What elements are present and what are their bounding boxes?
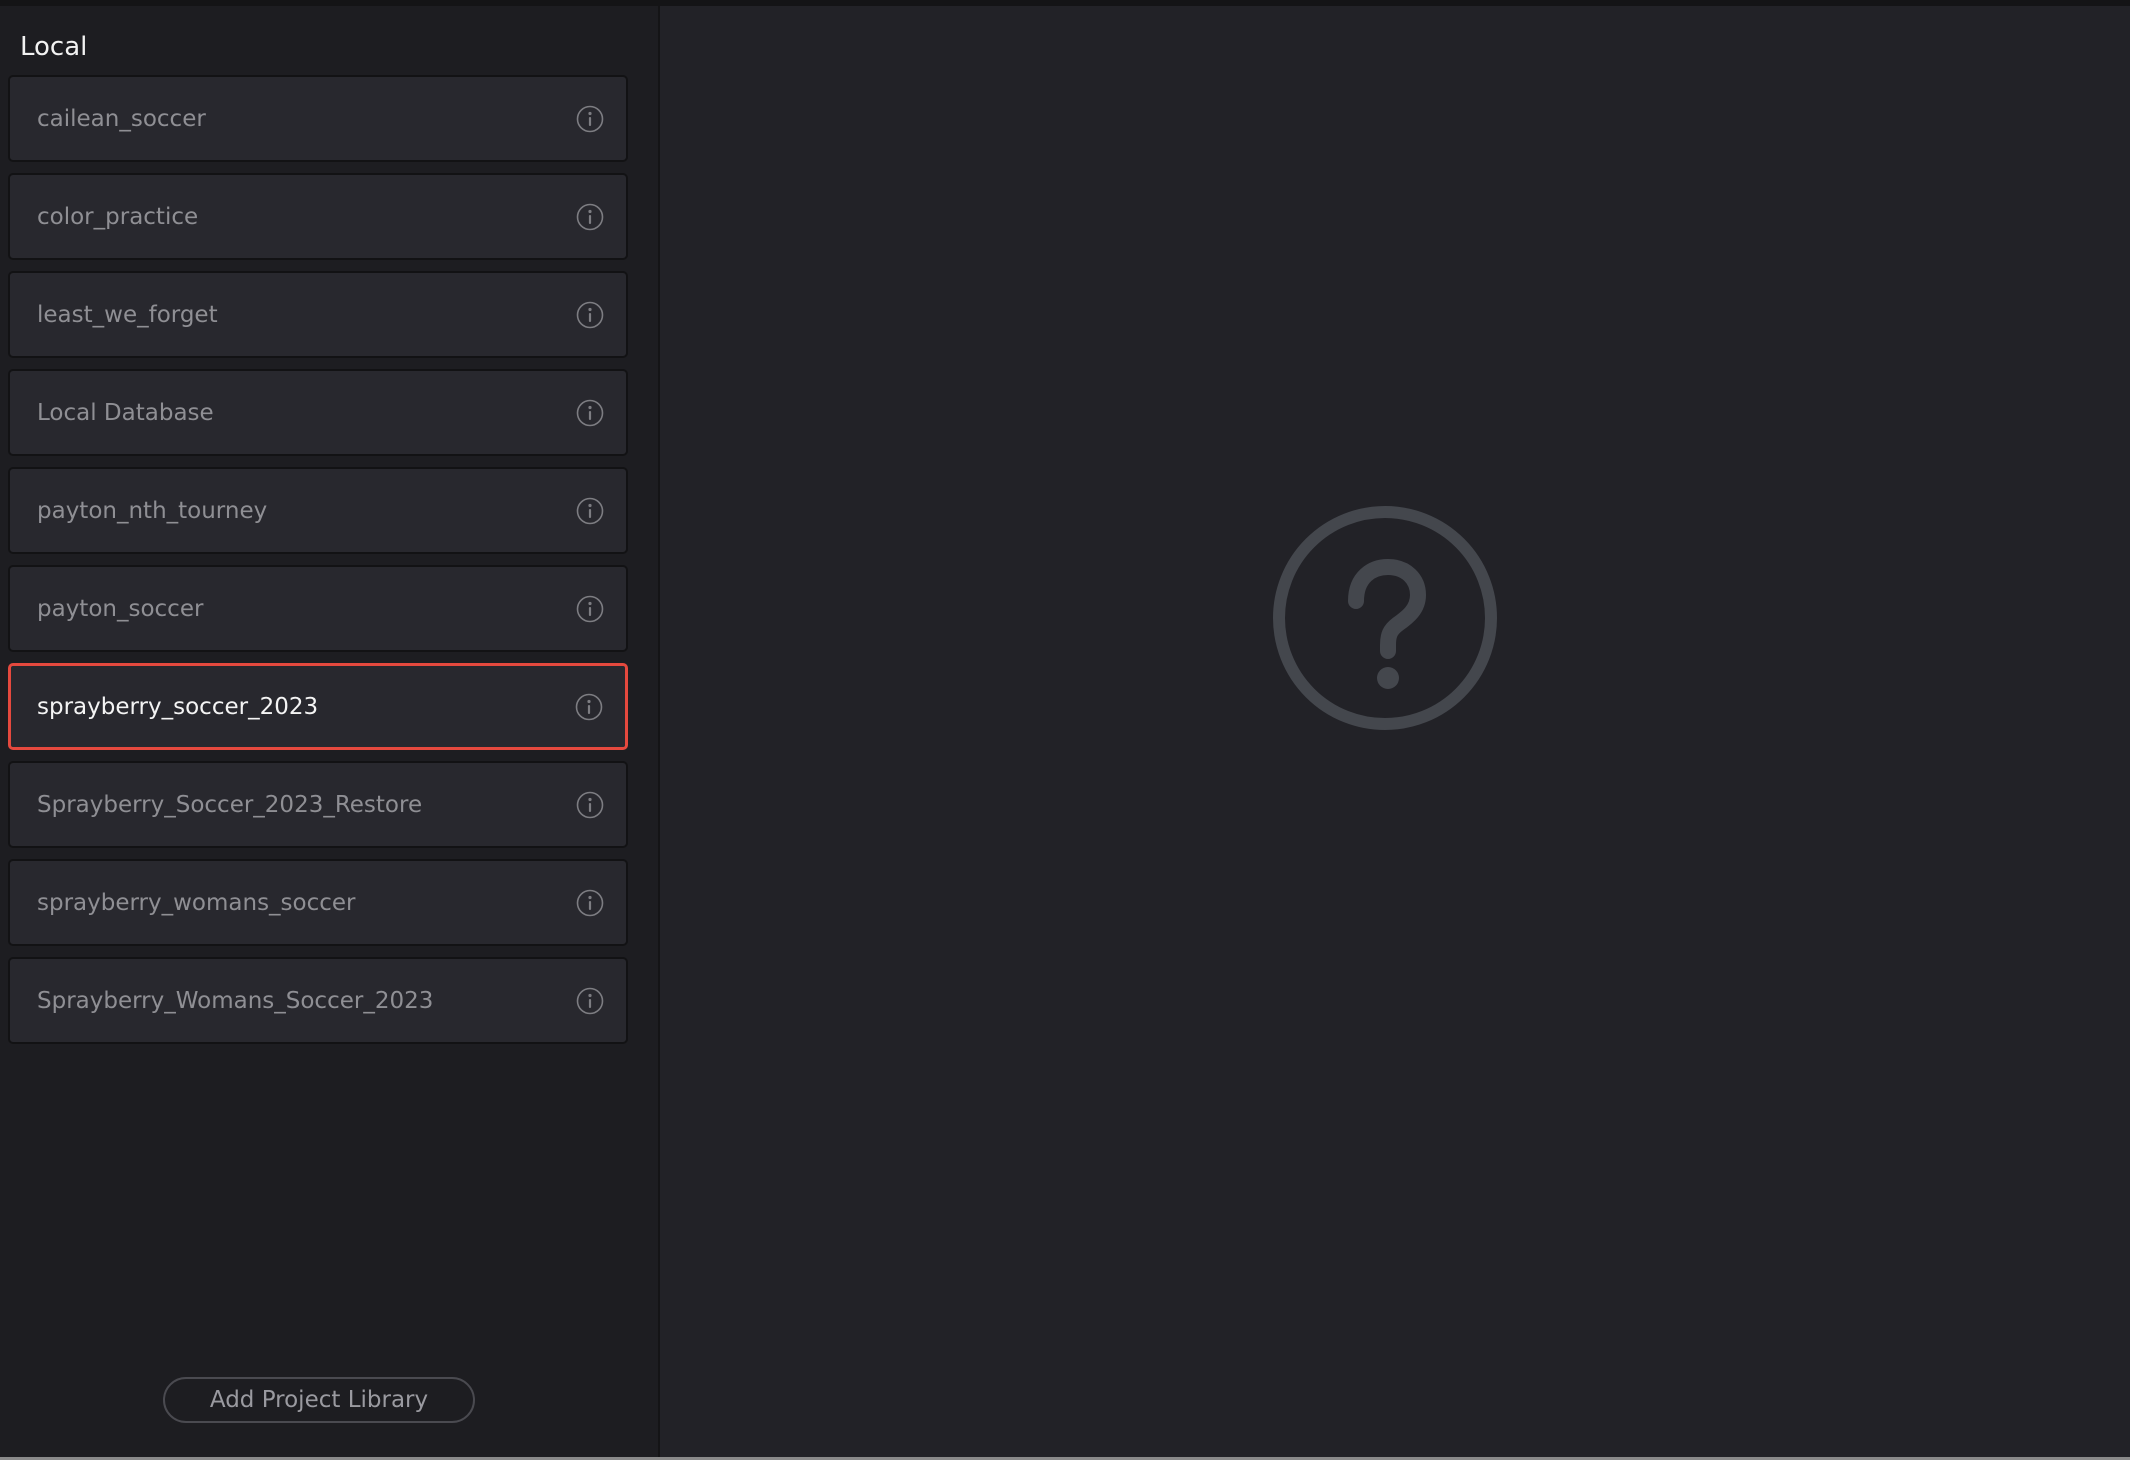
project-list-item[interactable]: sprayberry_soccer_2023 bbox=[8, 663, 628, 750]
project-list-item[interactable]: Sprayberry_Womans_Soccer_2023 bbox=[8, 957, 628, 1044]
project-name: least_we_forget bbox=[37, 301, 218, 328]
project-list: cailean_soccer color_practice least_we_for… bbox=[8, 75, 628, 1055]
info-icon[interactable] bbox=[576, 889, 604, 917]
project-name: Sprayberry_Womans_Soccer_2023 bbox=[37, 987, 434, 1014]
info-icon[interactable] bbox=[576, 203, 604, 231]
project-list-item[interactable]: sprayberry_womans_soccer bbox=[8, 859, 628, 946]
section-title: Local bbox=[20, 32, 88, 62]
preview-pane bbox=[660, 6, 2130, 1457]
project-name: Sprayberry_Soccer_2023_Restore bbox=[37, 791, 423, 818]
project-library-sidebar: Local cailean_soccer color_practice least_… bbox=[0, 6, 660, 1457]
project-list-item[interactable]: Local Database bbox=[8, 369, 628, 456]
project-name: payton_soccer bbox=[37, 595, 204, 622]
project-name: cailean_soccer bbox=[37, 105, 206, 132]
project-list-item[interactable]: Sprayberry_Soccer_2023_Restore bbox=[8, 761, 628, 848]
info-icon[interactable] bbox=[576, 301, 604, 329]
question-circle-icon bbox=[1273, 506, 1497, 730]
project-list-item[interactable]: cailean_soccer bbox=[8, 75, 628, 162]
info-icon[interactable] bbox=[576, 791, 604, 819]
project-name: payton_nth_tourney bbox=[37, 497, 268, 524]
info-icon[interactable] bbox=[576, 595, 604, 623]
project-name: sprayberry_womans_soccer bbox=[37, 889, 356, 916]
project-name: Local Database bbox=[37, 399, 214, 426]
project-list-item[interactable]: payton_nth_tourney bbox=[8, 467, 628, 554]
project-list-item[interactable]: color_practice bbox=[8, 173, 628, 260]
info-icon[interactable] bbox=[576, 399, 604, 427]
project-name: color_practice bbox=[37, 203, 199, 230]
project-list-item[interactable]: payton_soccer bbox=[8, 565, 628, 652]
project-name: sprayberry_soccer_2023 bbox=[37, 693, 319, 720]
info-icon[interactable] bbox=[576, 497, 604, 525]
add-project-library-button[interactable]: Add Project Library bbox=[163, 1377, 475, 1423]
project-list-item[interactable]: least_we_forget bbox=[8, 271, 628, 358]
info-icon[interactable] bbox=[576, 987, 604, 1015]
info-icon[interactable] bbox=[575, 693, 603, 721]
info-icon[interactable] bbox=[576, 105, 604, 133]
